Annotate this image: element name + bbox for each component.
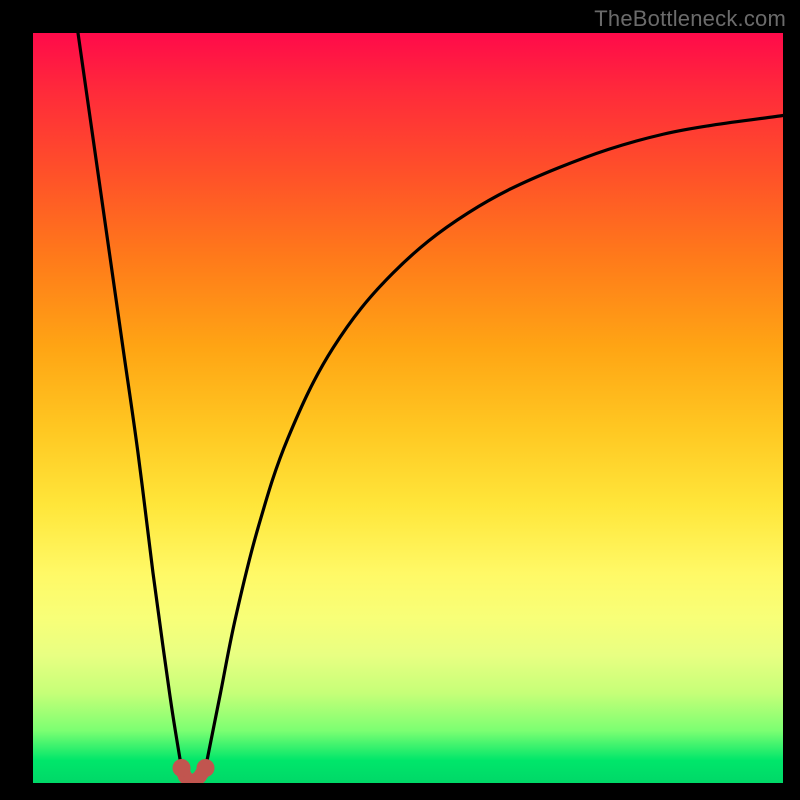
chart-frame: TheBottleneck.com — [0, 0, 800, 800]
watermark-text: TheBottleneck.com — [594, 6, 786, 32]
plot-area — [33, 33, 783, 783]
valley-marker-group — [173, 759, 215, 781]
valley-start-dot — [173, 759, 191, 777]
valley-markers — [33, 33, 783, 783]
valley-end-dot — [197, 759, 215, 777]
